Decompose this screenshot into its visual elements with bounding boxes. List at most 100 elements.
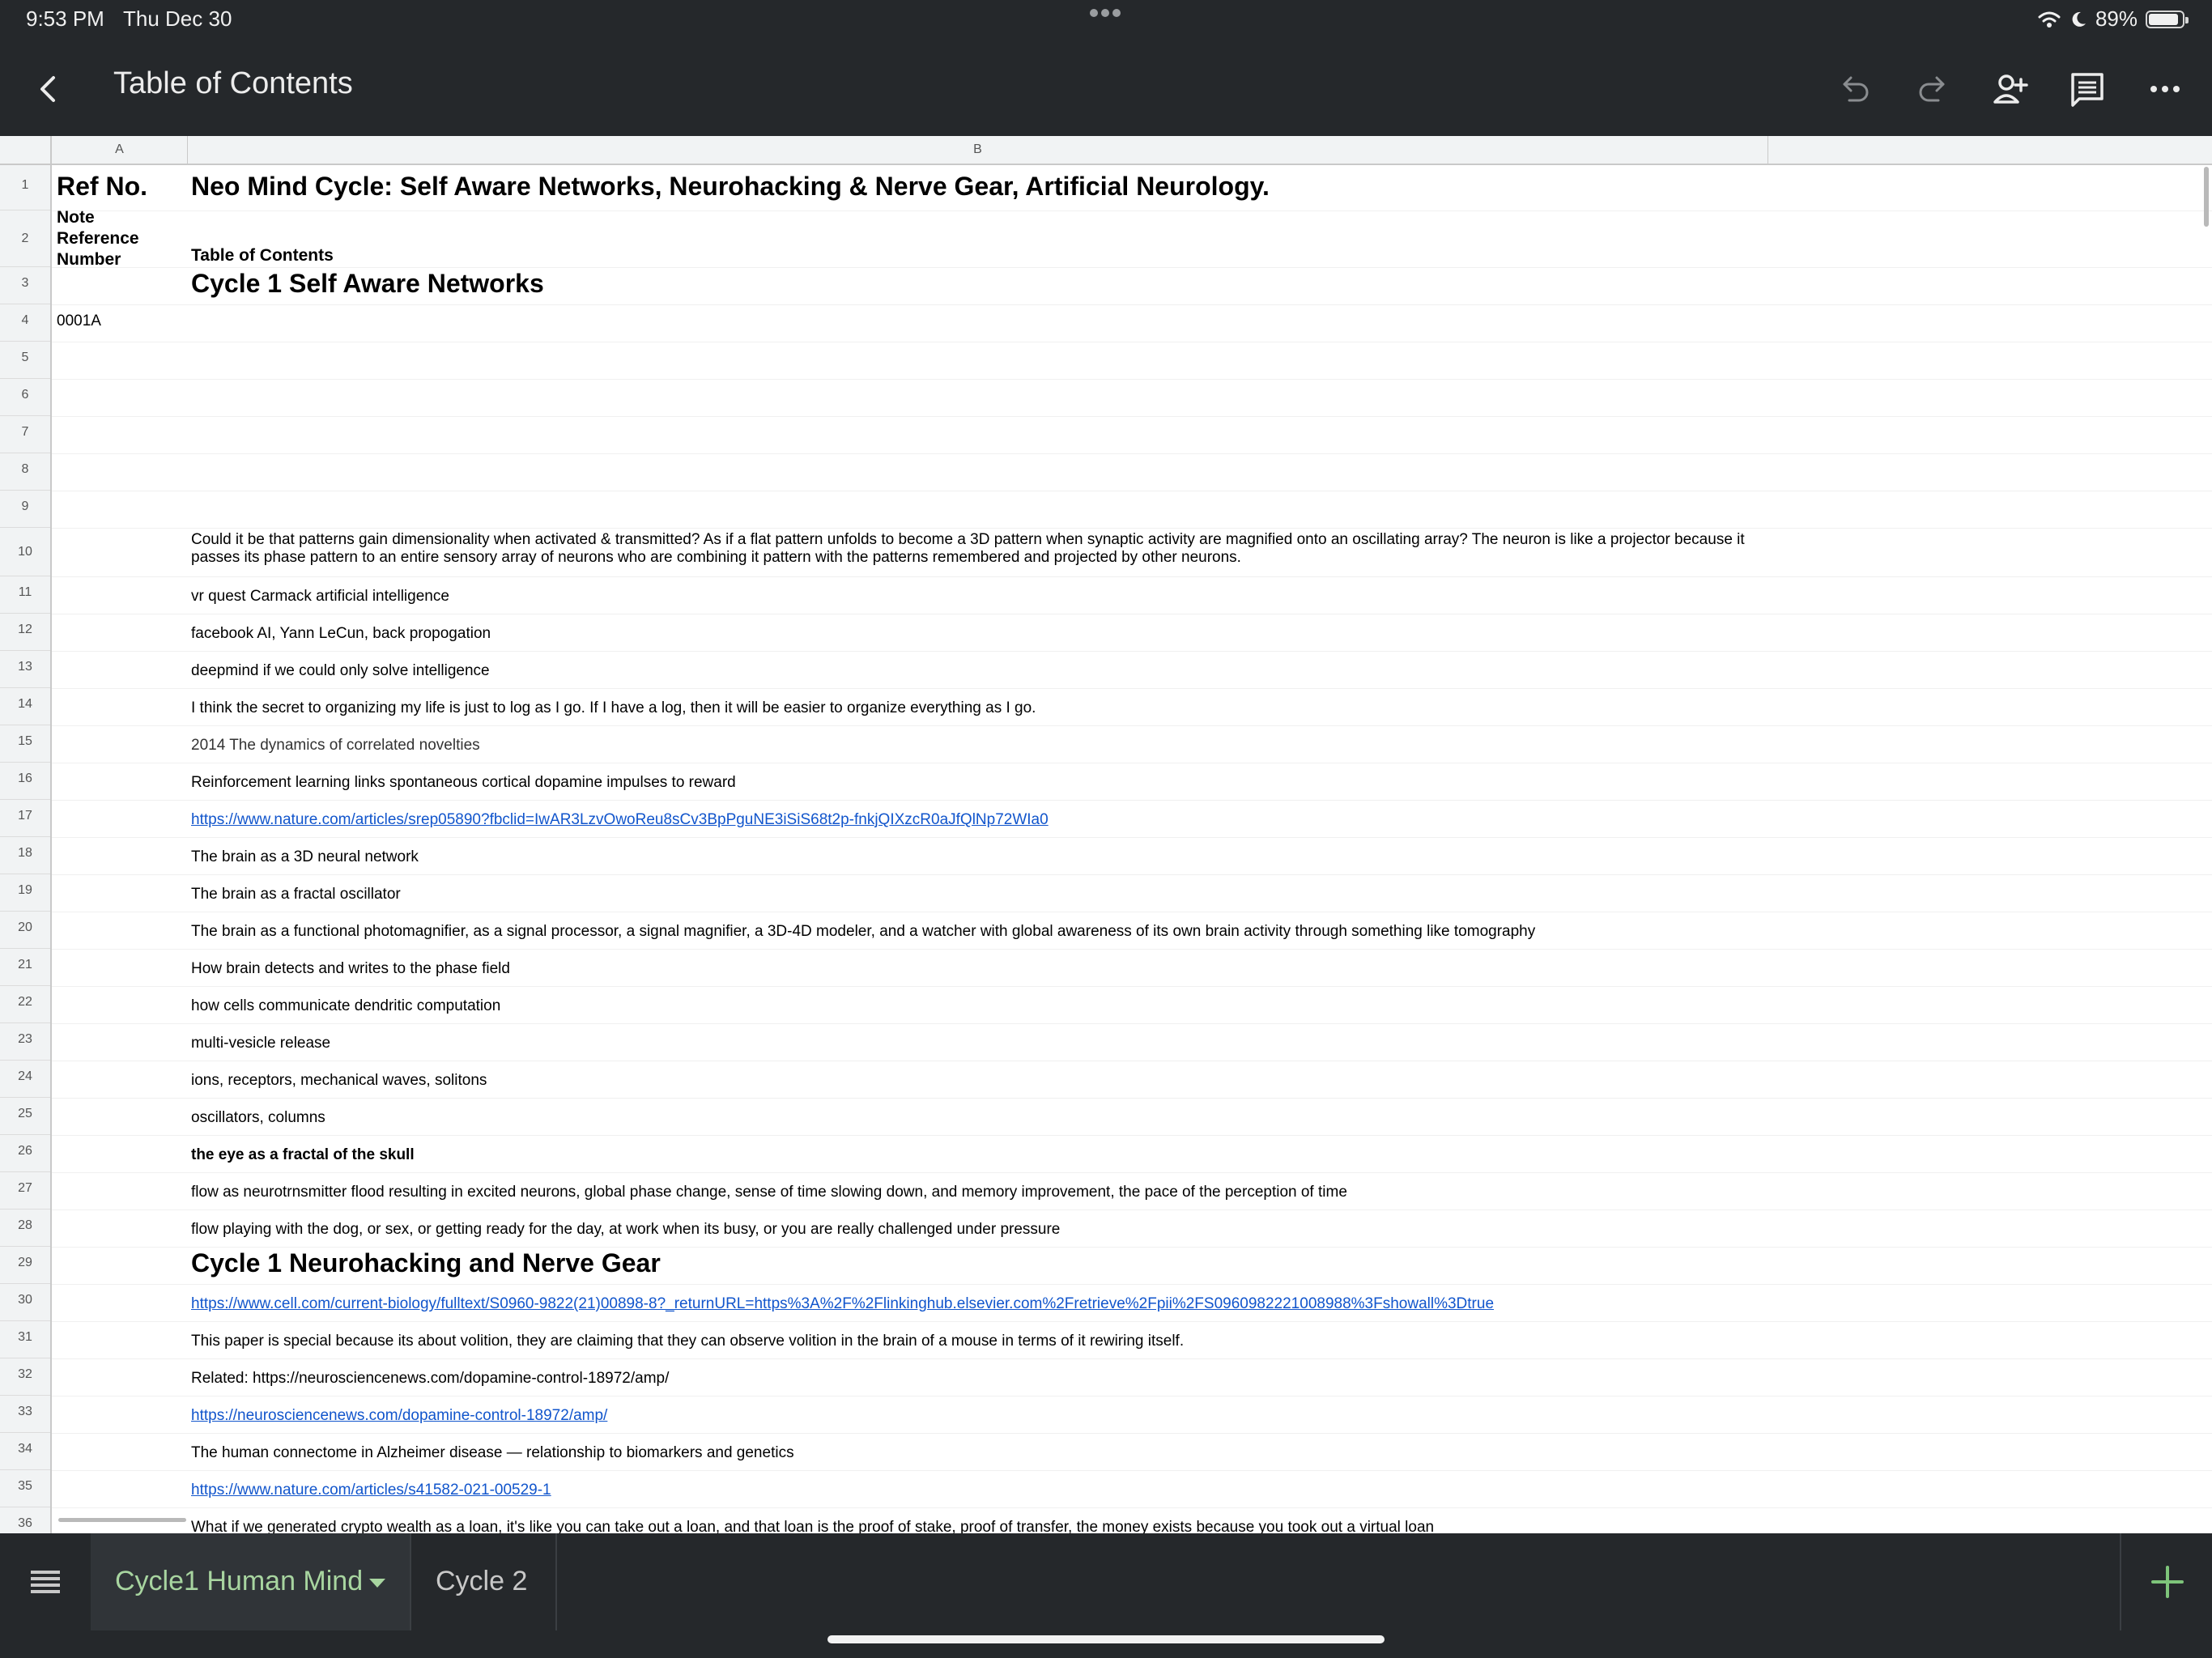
cell-b[interactable]: Neo Mind Cycle: Self Aware Networks, Neu… [191, 172, 1270, 202]
cell-a[interactable]: Note Reference Number [57, 207, 162, 270]
row-header[interactable]: 2 [0, 210, 50, 267]
row-header[interactable]: 13 [0, 651, 50, 688]
cell-b[interactable]: how cells communicate dendritic computat… [191, 997, 500, 1015]
more-icon[interactable] [2144, 68, 2186, 110]
cell-b-link[interactable]: https://www.cell.com/current-biology/ful… [191, 1295, 1494, 1313]
cell-b[interactable]: 2014 The dynamics of correlated noveltie… [191, 737, 480, 755]
cell-b[interactable]: vr quest Carmack artificial intelligence [191, 588, 449, 606]
row-header[interactable]: 15 [0, 725, 50, 763]
row-header[interactable]: 16 [0, 763, 50, 800]
row-header[interactable]: 7 [0, 416, 50, 453]
all-sheets-button[interactable] [0, 1533, 92, 1630]
cell-b[interactable]: the eye as a fractal of the skull [191, 1146, 415, 1164]
row-header[interactable]: 20 [0, 912, 50, 949]
tab-cycle1-human-mind[interactable]: Cycle1 Human Mind [91, 1533, 411, 1630]
cell-b[interactable]: This paper is special because its about … [191, 1333, 1184, 1350]
column-header-a[interactable]: A [52, 136, 188, 164]
cell-b-link[interactable]: https://www.nature.com/articles/srep0589… [191, 811, 1049, 829]
cell-b[interactable]: The brain as a 3D neural network [191, 848, 419, 866]
row-gridline [52, 379, 2212, 417]
cell-b-link[interactable]: https://neurosciencenews.com/dopamine-co… [191, 1407, 607, 1425]
cell-b[interactable]: Reinforcement learning links spontaneous… [191, 774, 736, 792]
row-header[interactable]: 17 [0, 800, 50, 837]
row-header[interactable]: 23 [0, 1023, 50, 1061]
row-header[interactable]: 29 [0, 1247, 50, 1284]
row-header[interactable]: 14 [0, 688, 50, 725]
list-icon [31, 1571, 60, 1593]
row-header[interactable]: 1 [0, 165, 50, 210]
row-header[interactable]: 5 [0, 342, 50, 379]
cell-b[interactable]: deepmind if we could only solve intellig… [191, 662, 490, 680]
status-date: Thu Dec 30 [123, 6, 232, 31]
row-header[interactable]: 24 [0, 1061, 50, 1098]
back-icon[interactable] [29, 70, 68, 108]
row-header[interactable]: 31 [0, 1321, 50, 1358]
moon-icon [2072, 11, 2086, 27]
redo-icon[interactable] [1911, 68, 1953, 110]
row-gridline [52, 304, 2212, 342]
row-header[interactable]: 21 [0, 949, 50, 986]
cell-b[interactable]: facebook AI, Yann LeCun, back propogatio… [191, 625, 491, 643]
undo-icon[interactable] [1835, 68, 1877, 110]
row-header[interactable]: 33 [0, 1396, 50, 1433]
row-header[interactable]: 18 [0, 837, 50, 874]
cell-b[interactable]: flow playing with the dog, or sex, or ge… [191, 1221, 1060, 1239]
row-header[interactable]: 3 [0, 267, 50, 304]
cell-a[interactable]: 0001A [57, 312, 101, 330]
row-header-bar: 1 2 3 4 5 6 7 8 9 10 11 12 13 14 15 16 17 18 19 20 21 22 23 24 2… [0, 165, 52, 1533]
app-toolbar: Table of Contents [0, 39, 2212, 136]
cell-b[interactable]: Could it be that patterns gain dimension… [191, 531, 1770, 567]
tab-cycle-2[interactable]: Cycle 2 [410, 1533, 557, 1630]
add-sheet-button[interactable] [2120, 1533, 2212, 1630]
select-all-corner[interactable] [0, 136, 52, 164]
add-person-icon[interactable] [1989, 68, 2031, 110]
row-header[interactable]: 32 [0, 1358, 50, 1396]
cell-a[interactable]: Ref No. [57, 172, 147, 202]
cell-b[interactable]: Cycle 1 Neurohacking and Nerve Gear [191, 1248, 661, 1278]
row-header[interactable]: 28 [0, 1209, 50, 1247]
cell-b[interactable]: ions, receptors, mechanical waves, solit… [191, 1072, 487, 1090]
row-header[interactable]: 6 [0, 379, 50, 416]
home-indicator[interactable] [827, 1635, 1385, 1643]
cell-b[interactable]: What if we generated crypto wealth as a … [191, 1519, 1434, 1533]
row-header[interactable]: 22 [0, 986, 50, 1023]
multitasking-dots-icon[interactable] [1088, 6, 1122, 21]
cell-b[interactable]: Cycle 1 Self Aware Networks [191, 269, 544, 299]
row-header[interactable]: 12 [0, 614, 50, 651]
row-header[interactable]: 36 [0, 1507, 50, 1533]
cell-b[interactable]: The brain as a fractal oscillator [191, 886, 401, 903]
row-header[interactable]: 8 [0, 453, 50, 491]
cell-b[interactable]: flow as neurotrnsmitter flood resulting … [191, 1184, 1347, 1201]
row-header[interactable]: 25 [0, 1098, 50, 1135]
horizontal-scrollbar[interactable] [58, 1518, 186, 1522]
cell-b[interactable]: Related: https://neurosciencenews.com/do… [191, 1370, 669, 1388]
cell-b[interactable]: multi-vesicle release [191, 1035, 330, 1052]
row-gridline [52, 342, 2212, 380]
row-header[interactable]: 35 [0, 1470, 50, 1507]
row-header[interactable]: 27 [0, 1172, 50, 1209]
cell-b-link[interactable]: https://www.nature.com/articles/s41582-0… [191, 1482, 551, 1499]
row-header[interactable]: 30 [0, 1284, 50, 1321]
row-header[interactable]: 4 [0, 304, 50, 342]
vertical-scrollbar[interactable] [2204, 167, 2209, 227]
row-gridline [52, 210, 2212, 268]
row-header[interactable]: 19 [0, 874, 50, 912]
spreadsheet-grid[interactable]: A B 1 2 3 4 5 6 7 8 9 10 11 12 13 14 15 16 17 18 19 20 21 22 2… [0, 136, 2212, 1533]
cell-b[interactable]: How brain detects and writes to the phas… [191, 960, 510, 978]
row-header[interactable]: 26 [0, 1135, 50, 1172]
comment-icon[interactable] [2066, 68, 2108, 110]
row-header[interactable]: 34 [0, 1433, 50, 1470]
row-gridline [52, 1098, 2212, 1136]
cell-b[interactable]: oscillators, columns [191, 1109, 325, 1127]
column-header-b[interactable]: B [188, 136, 1768, 164]
cell-b[interactable]: I think the secret to organizing my life… [191, 699, 1036, 717]
row-header[interactable]: 9 [0, 491, 50, 528]
battery-percent: 89% [2095, 6, 2138, 31]
dropdown-caret-icon[interactable] [369, 1579, 385, 1588]
cell-b[interactable]: The brain as a functional photomagnifier… [191, 923, 1535, 941]
cell-b[interactable]: The human connectome in Alzheimer diseas… [191, 1444, 794, 1462]
row-header[interactable]: 10 [0, 528, 50, 576]
cell-b[interactable]: Table of Contents [191, 246, 334, 266]
plus-icon [2151, 1566, 2184, 1598]
row-header[interactable]: 11 [0, 576, 50, 614]
